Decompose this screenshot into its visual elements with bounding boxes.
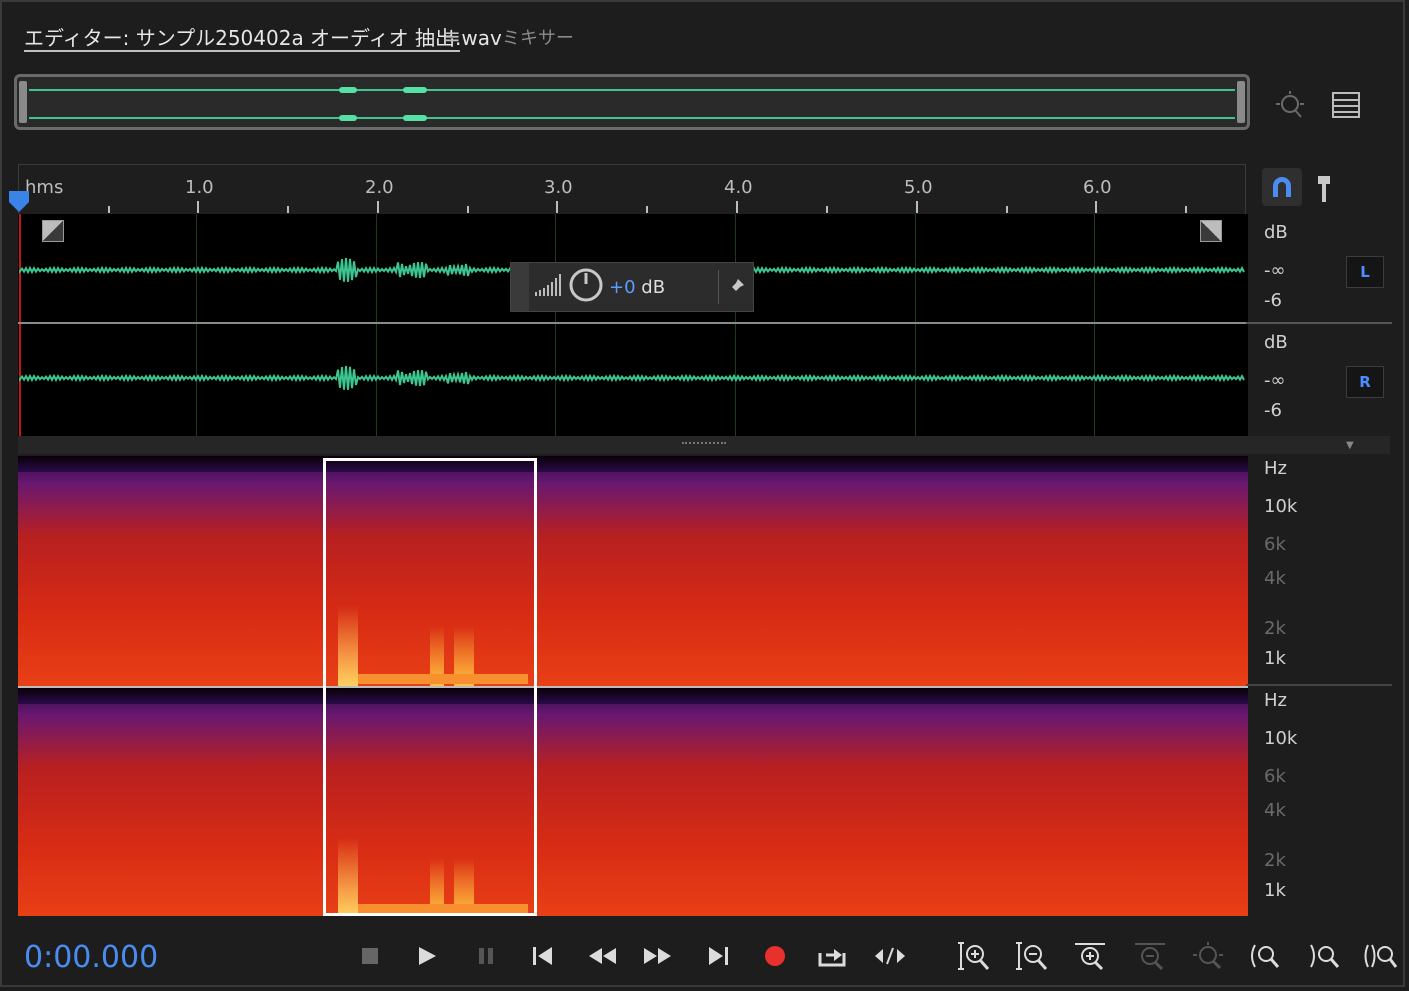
scale-unit: Hz (1264, 458, 1287, 479)
hz-label: 1k (1264, 880, 1286, 901)
zoom-in-point-icon[interactable] (1246, 940, 1282, 972)
scale-value: -∞ (1264, 370, 1286, 391)
ruler-tick (377, 201, 379, 213)
chevron-down-icon[interactable]: ▼ (1346, 440, 1354, 451)
hz-label: 10k (1264, 728, 1298, 749)
ruler-tick (197, 201, 199, 213)
ruler-label: 1.0 (185, 177, 214, 198)
zoom-in-amplitude-icon[interactable] (956, 940, 992, 972)
ruler-unit: hms (25, 177, 64, 198)
waveform-display[interactable] (18, 214, 1248, 436)
frequency-scale[interactable]: Hz 10k 6k 4k 2k 1k Hz 10k 6k 4k 2k 1k (1246, 456, 1392, 918)
ruler-tick-minor (646, 206, 648, 213)
overview-right-channel (29, 117, 1235, 119)
ruler-tick (916, 201, 918, 213)
spectrogram-right[interactable] (18, 688, 1248, 916)
time-ruler[interactable]: hms 1.0 2.0 3.0 4.0 5.0 6.0 (18, 164, 1246, 216)
zoom-selection-point-icon[interactable] (1362, 940, 1398, 972)
overview-peak (403, 87, 427, 93)
hz-label: 6k (1264, 534, 1286, 555)
record-icon[interactable] (757, 940, 793, 972)
ruler-tick-minor (826, 206, 828, 213)
play-icon[interactable] (409, 940, 445, 972)
pause-icon[interactable] (468, 940, 504, 972)
ruler-tick (556, 201, 558, 213)
channel-left-toggle[interactable]: L (1346, 256, 1384, 288)
fast-forward-icon[interactable] (640, 940, 676, 972)
playhead-marker[interactable] (8, 190, 30, 218)
marker-pin-icon[interactable] (1310, 172, 1338, 206)
hz-label: 6k (1264, 766, 1286, 787)
zoom-full-icon[interactable] (1190, 940, 1226, 972)
zoom-in-time-icon[interactable] (1072, 940, 1108, 972)
zoom-selection-icon[interactable] (1272, 88, 1308, 124)
overview-left-channel (29, 89, 1235, 91)
overview-left-handle[interactable] (19, 81, 27, 123)
ruler-label: 2.0 (365, 177, 394, 198)
scale-value: -6 (1264, 290, 1282, 311)
view-splitter[interactable]: ▼ (18, 436, 1390, 454)
zoom-out-time-icon[interactable] (1132, 940, 1168, 972)
hz-label: 10k (1264, 496, 1298, 517)
stop-icon[interactable] (352, 940, 388, 972)
scale-value: -∞ (1264, 260, 1286, 281)
hz-label: 2k (1264, 850, 1286, 871)
current-time-display[interactable]: 0:00.000 (24, 940, 158, 975)
scale-unit: dB (1264, 222, 1288, 243)
scale-unit: dB (1264, 332, 1288, 353)
overview-peak (339, 87, 357, 93)
channel-right-toggle[interactable]: R (1346, 366, 1384, 398)
tab-editor-underline (24, 50, 460, 52)
selection-highlight[interactable] (323, 458, 537, 916)
zoom-out-point-icon[interactable] (1306, 940, 1342, 972)
overview-navigator[interactable] (14, 74, 1250, 130)
zoom-out-amplitude-icon[interactable] (1014, 940, 1050, 972)
go-to-end-icon[interactable] (700, 940, 736, 972)
volume-bars-icon (533, 272, 563, 302)
hud-volume-control[interactable]: +0 dB (510, 262, 754, 312)
ruler-label: 5.0 (904, 177, 933, 198)
loop-icon[interactable] (814, 940, 850, 972)
hz-label: 1k (1264, 648, 1286, 669)
overview-peak (339, 115, 357, 121)
overview-right-handle[interactable] (1237, 81, 1245, 123)
hud-gain-value: +0 (609, 276, 636, 298)
magnet-icon[interactable] (1262, 168, 1302, 206)
panel-list-icon[interactable] (1328, 88, 1364, 122)
tab-mixer[interactable]: ミキサー (502, 24, 574, 50)
ruler-label: 3.0 (544, 177, 573, 198)
ruler-tick-minor (467, 206, 469, 213)
hud-grip[interactable] (511, 263, 529, 311)
ruler-tick (736, 201, 738, 213)
waveform-svg (19, 257, 1245, 390)
hz-label: 4k (1264, 800, 1286, 821)
ruler-label: 4.0 (724, 177, 753, 198)
ruler-tick-minor (287, 206, 289, 213)
splitter-grip[interactable] (682, 442, 726, 448)
ruler-tick-minor (1185, 206, 1187, 213)
pin-icon[interactable] (719, 277, 753, 297)
scale-value: -6 (1264, 400, 1282, 421)
volume-knob-icon[interactable] (569, 268, 603, 306)
hud-gain-readout[interactable]: +0 dB (609, 277, 665, 298)
rewind-icon[interactable] (584, 940, 620, 972)
tab-editor[interactable]: エディター: サンプル250402a オーディオ 抽出.wav (24, 22, 502, 51)
ruler-tick (1095, 201, 1097, 213)
overview-peak (403, 115, 427, 121)
hz-label: 4k (1264, 568, 1286, 589)
panel-menu-icon[interactable]: ≡ (444, 24, 461, 48)
hz-label: 2k (1264, 618, 1286, 639)
go-to-start-icon[interactable] (525, 940, 561, 972)
ruler-label: 6.0 (1083, 177, 1112, 198)
channel-divider (18, 322, 1248, 324)
ruler-tick-minor (1006, 206, 1008, 213)
hud-gain-unit: dB (641, 276, 666, 298)
scale-unit: Hz (1264, 690, 1287, 711)
spectrogram-left[interactable] (18, 456, 1248, 686)
skip-selection-icon[interactable] (872, 940, 908, 972)
ruler-tick-minor (108, 206, 110, 213)
